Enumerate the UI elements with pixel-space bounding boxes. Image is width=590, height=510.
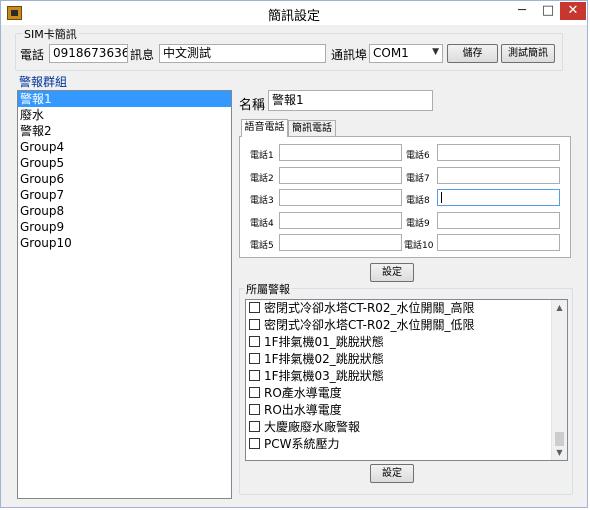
alarm-item-label: PCW系統壓力	[264, 437, 340, 451]
phone-2-label: 電話2	[250, 174, 274, 184]
scroll-up-icon[interactable]: ▲	[552, 300, 567, 315]
phone-9-label: 電話9	[406, 219, 430, 229]
checkbox[interactable]	[249, 336, 260, 347]
belonging-alarms-label: 所屬警報	[244, 281, 292, 297]
alarm-item-label: RO產水導電度	[264, 386, 342, 400]
alarm-item-label: 1F排氣機01_跳脫狀態	[264, 335, 384, 349]
close-button[interactable]: ✕	[560, 2, 586, 20]
phone-4-label: 電話4	[250, 219, 274, 229]
phone-9-input[interactable]	[437, 212, 560, 229]
phone-tab-panel: 電話1 電話2 電話3 電話4 電話5 電話6 電話7 電話8 電話9 電話10	[239, 136, 571, 258]
checkbox[interactable]	[249, 387, 260, 398]
name-input[interactable]: 警報1	[268, 90, 433, 111]
phone-10-label: 電話10	[404, 241, 434, 251]
list-item[interactable]: RO出水導電度	[246, 402, 567, 419]
phone-7-label: 電話7	[406, 174, 430, 184]
list-item[interactable]: 密閉式冷卻水塔CT-R02_水位開關_低限	[246, 317, 567, 334]
port-select-value: COM1	[373, 46, 409, 60]
title-bar[interactable]: 簡訊設定 ─ □ ✕	[1, 1, 587, 25]
tab-voice-phone[interactable]: 語音電話	[241, 119, 288, 137]
scroll-thumb[interactable]	[555, 432, 564, 446]
phone-10-input[interactable]	[437, 234, 560, 251]
phone-8-input[interactable]	[437, 189, 560, 206]
vertical-scrollbar[interactable]: ▲ ▼	[551, 300, 567, 460]
scroll-down-icon[interactable]: ▼	[552, 445, 567, 460]
set-alarms-button[interactable]: 設定	[370, 464, 414, 483]
port-label: 通訊埠	[331, 48, 368, 62]
checkbox[interactable]	[249, 353, 260, 364]
alarm-item-label: 大慶廠廢水廠警報	[264, 420, 361, 434]
list-item[interactable]: 警報2	[18, 123, 231, 139]
list-item[interactable]: 1F排氣機03_跳脫狀態	[246, 368, 567, 385]
checkbox[interactable]	[249, 319, 260, 330]
text-caret	[441, 192, 442, 203]
sim-group-label: SIM卡簡訊	[22, 26, 79, 42]
phone-5-label: 電話5	[250, 241, 274, 251]
phone-5-input[interactable]	[279, 234, 402, 251]
list-item[interactable]: 密閉式冷卻水塔CT-R02_水位開關_高限	[246, 300, 567, 317]
alarm-item-label: 密閉式冷卻水塔CT-R02_水位開關_高限	[264, 301, 475, 315]
list-item[interactable]: Group7	[18, 187, 231, 203]
set-phones-button[interactable]: 設定	[370, 263, 414, 282]
chevron-down-icon: ▼	[432, 47, 439, 57]
list-item[interactable]: 1F排氣機01_跳脫狀態	[246, 334, 567, 351]
list-item[interactable]: Group4	[18, 139, 231, 155]
phone-6-input[interactable]	[437, 144, 560, 161]
list-item[interactable]: Group10	[18, 235, 231, 251]
list-item[interactable]: 廢水	[18, 107, 231, 123]
checkbox[interactable]	[249, 370, 260, 381]
checkbox[interactable]	[249, 421, 260, 432]
message-label: 訊息	[130, 48, 155, 62]
save-button[interactable]: 儲存	[447, 44, 498, 63]
checkbox[interactable]	[249, 438, 260, 449]
phone-1-input[interactable]	[279, 144, 402, 161]
sim-message-input[interactable]: 中文測試	[159, 44, 326, 63]
list-item[interactable]: 大慶廠廢水廠警報	[246, 419, 567, 436]
sms-settings-window: 簡訊設定 ─ □ ✕ SIM卡簡訊 電話 0918673636 訊息 中文測試 …	[0, 0, 588, 508]
alarm-item-label: 密閉式冷卻水塔CT-R02_水位開關_低限	[264, 318, 475, 332]
test-sms-button[interactable]: 測試簡訊	[501, 44, 555, 63]
maximize-button[interactable]: □	[535, 2, 561, 20]
phone-4-input[interactable]	[279, 212, 402, 229]
alarm-group-list[interactable]: 警報1 廢水 警報2 Group4 Group5 Group6 Group7 G…	[17, 90, 232, 499]
phone-1-label: 電話1	[250, 151, 274, 161]
phone-8-label: 電話8	[406, 196, 430, 206]
sim-phone-input[interactable]: 0918673636	[49, 44, 128, 63]
list-item[interactable]: Group8	[18, 203, 231, 219]
minimize-button[interactable]: ─	[509, 2, 535, 20]
alarm-item-label: 1F排氣機02_跳脫狀態	[264, 352, 384, 366]
list-item[interactable]: PCW系統壓力	[246, 436, 567, 453]
phone-label: 電話	[20, 48, 45, 62]
alarm-item-label: 1F排氣機03_跳脫狀態	[264, 369, 384, 383]
phone-6-label: 電話6	[406, 151, 430, 161]
phone-3-input[interactable]	[279, 189, 402, 206]
list-item[interactable]: 1F排氣機02_跳脫狀態	[246, 351, 567, 368]
list-item[interactable]: 警報1	[18, 91, 231, 107]
list-item[interactable]: Group6	[18, 171, 231, 187]
belonging-alarm-list[interactable]: 密閉式冷卻水塔CT-R02_水位開關_高限 密閉式冷卻水塔CT-R02_水位開關…	[245, 299, 568, 461]
phone-2-input[interactable]	[279, 167, 402, 184]
alarm-group-title: 警報群組	[19, 75, 68, 89]
checkbox[interactable]	[249, 404, 260, 415]
list-item[interactable]: RO產水導電度	[246, 385, 567, 402]
checkbox[interactable]	[249, 302, 260, 313]
name-label: 名稱	[239, 98, 266, 113]
window-title: 簡訊設定	[267, 9, 320, 24]
tab-sms-phone[interactable]: 簡訊電話	[288, 120, 336, 136]
list-item[interactable]: Group9	[18, 219, 231, 235]
phone-3-label: 電話3	[250, 196, 274, 206]
alarm-item-label: RO出水導電度	[264, 403, 342, 417]
phone-7-input[interactable]	[437, 167, 560, 184]
list-item[interactable]: Group5	[18, 155, 231, 171]
port-select[interactable]: COM1 ▼	[369, 44, 443, 63]
